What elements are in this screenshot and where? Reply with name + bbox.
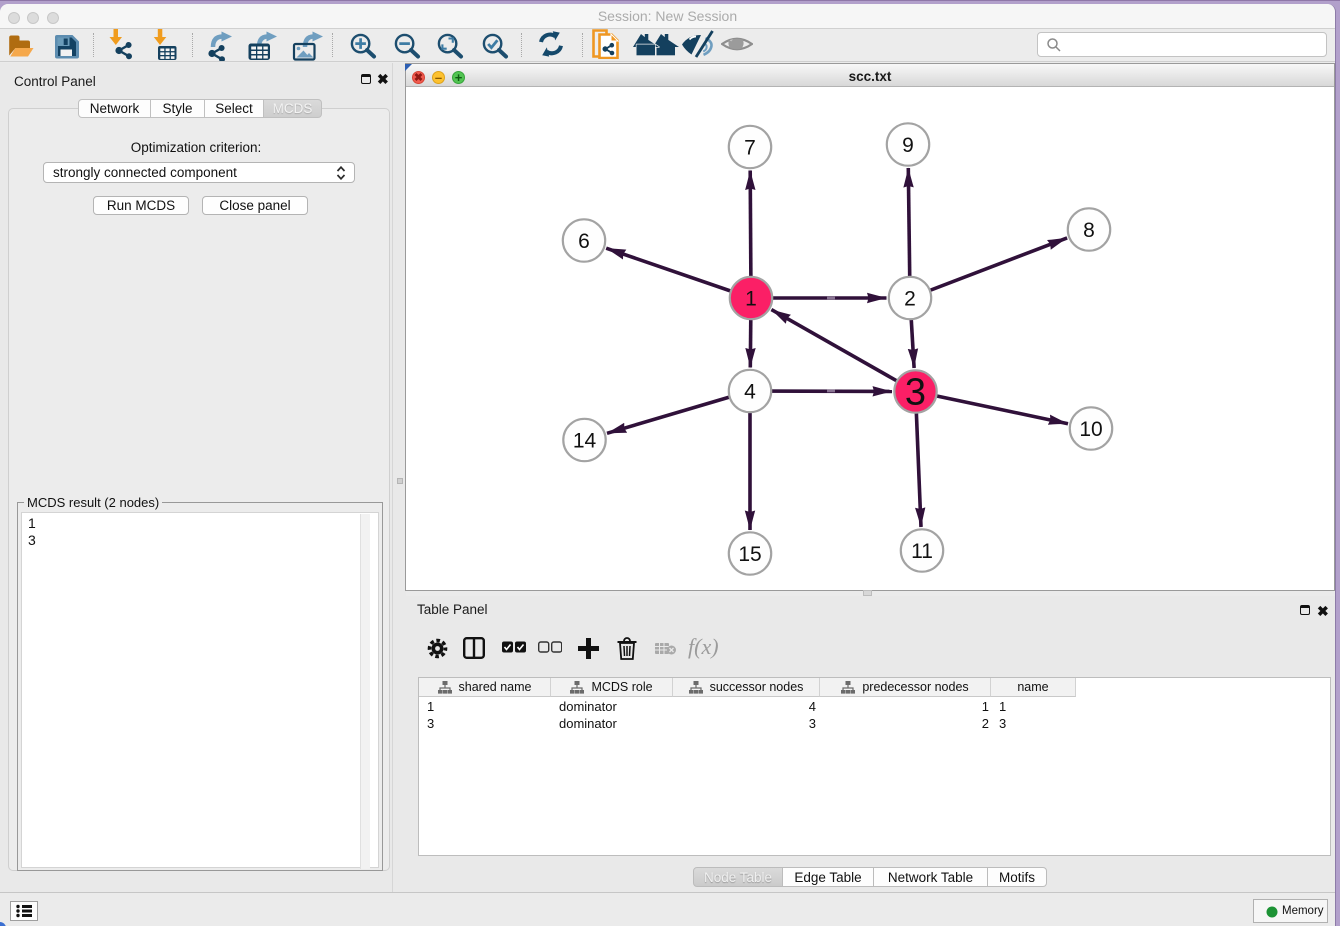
svg-text:7: 7 <box>744 137 756 160</box>
svg-text:1: 1 <box>745 288 757 311</box>
svg-text:3: 3 <box>905 372 926 414</box>
svg-text:10: 10 <box>1079 418 1102 441</box>
svg-text:6: 6 <box>578 230 590 253</box>
svg-text:4: 4 <box>744 381 756 404</box>
svg-text:2: 2 <box>904 288 916 311</box>
svg-text:11: 11 <box>911 540 933 563</box>
svg-text:8: 8 <box>1083 219 1095 242</box>
svg-text:15: 15 <box>738 543 761 566</box>
svg-text:9: 9 <box>902 134 914 157</box>
svg-text:14: 14 <box>573 430 597 453</box>
